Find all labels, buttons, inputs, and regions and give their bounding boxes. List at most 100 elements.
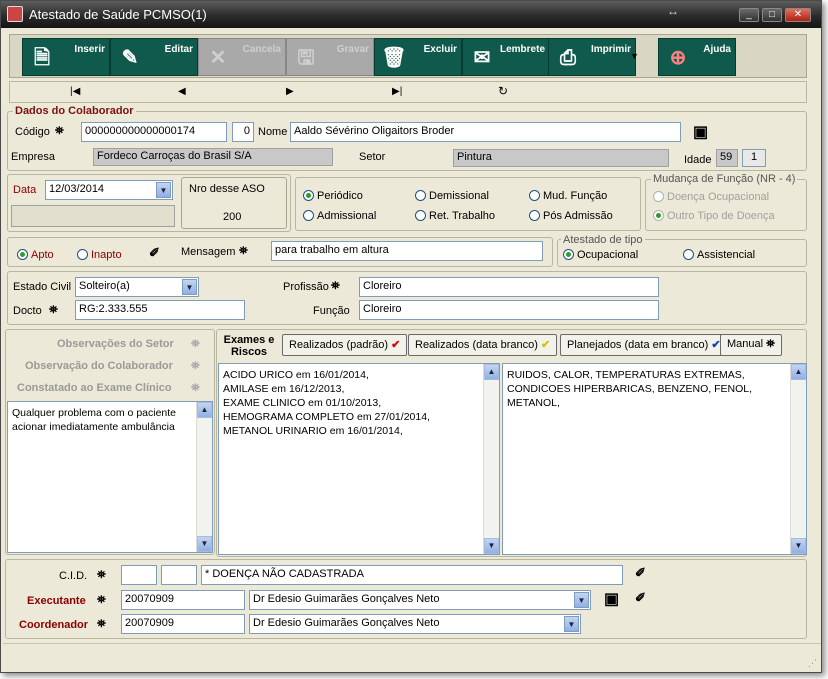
chevron-down-icon[interactable]: ▼ (182, 279, 197, 295)
scroll-down-icon[interactable]: ▼ (791, 538, 806, 554)
codigo-suffix-field[interactable]: 0 (232, 122, 254, 142)
radio-ocupacional[interactable]: Ocupacional (563, 249, 638, 261)
binoculars-icon[interactable]: ⛯ (239, 245, 248, 258)
funcao-field[interactable]: Cloreiro (359, 300, 659, 320)
camera-icon[interactable]: ▣ (693, 122, 708, 142)
binoculars-icon[interactable]: ⛯ (55, 125, 64, 138)
mensagem-field[interactable]: para trabalho em altura (271, 241, 543, 261)
calendar-dropdown-icon[interactable]: ▼ (156, 182, 171, 198)
exames-scrollbar[interactable]: ▲ ▼ (483, 364, 499, 554)
estado-civil-select[interactable]: Solteiro(a) ▼ (75, 277, 199, 297)
print-button[interactable]: ⎙ Imprimir (548, 38, 636, 76)
status-bar (3, 643, 821, 669)
executante-select[interactable]: Dr Edesio Guimarães Gonçalves Neto ▼ (249, 590, 591, 610)
next-record-icon[interactable]: ▶ (286, 86, 294, 97)
data-label: Data (13, 184, 37, 196)
realizados-branco-button[interactable]: Realizados (data branco) ✔ (408, 334, 558, 356)
radio-periodico[interactable]: Periódico (303, 190, 363, 202)
radio-admissional[interactable]: Admissional (303, 210, 376, 222)
resize-grip-icon[interactable]: ⋰ (808, 658, 817, 669)
manual-button[interactable]: Manual ⛯ (720, 334, 782, 356)
binoculars-icon[interactable]: ⛯ (191, 382, 200, 395)
nro-value: 200 (223, 211, 242, 223)
profissao-field[interactable]: Cloreiro (359, 277, 659, 297)
radio-inapto[interactable]: Inapto (77, 249, 122, 261)
binoculars-icon[interactable]: ⛯ (97, 618, 106, 631)
scroll-up-icon[interactable]: ▲ (484, 364, 499, 380)
realizados-padrao-button[interactable]: Realizados (padrão) ✔ (282, 334, 408, 356)
camera-icon[interactable]: ▣ (604, 589, 619, 609)
executante-codigo-field[interactable]: 20070909 (121, 590, 245, 610)
record-navigator: |◀ ◀ ▶ ▶| ↻ (9, 81, 807, 103)
cid-code-field[interactable] (121, 565, 157, 585)
edit-button[interactable]: ✎ Editar (110, 38, 198, 76)
refresh-icon[interactable]: ↻ (498, 84, 508, 98)
help-button[interactable]: ⊕ Ajuda (658, 38, 736, 76)
scroll-down-icon[interactable]: ▼ (197, 536, 212, 552)
list-item: ACIDO URICO em 16/01/2014, (223, 369, 369, 381)
docto-field[interactable]: RG:2.333.555 (75, 300, 245, 320)
save-button[interactable]: 🖫 Gravar (286, 38, 374, 76)
coordenador-select[interactable]: Dr Edesio Guimarães Gonçalves Neto ▼ (249, 614, 581, 634)
delete-button[interactable]: 🗑 Excluir (374, 38, 462, 76)
mudanca-legend: Mudança de Função (NR - 4) (651, 173, 798, 185)
riscos-scrollbar[interactable]: ▲ ▼ (790, 364, 806, 554)
radio-ret-trabalho[interactable]: Ret. Trabalho (415, 210, 495, 222)
data-field[interactable]: 12/03/2014 ▼ (45, 180, 173, 200)
trash-icon: 🗑 (381, 47, 407, 69)
empresa-field: Fordeco Carroças do Brasil S/A (93, 148, 333, 166)
observacoes-scrollbar[interactable]: ▲ ▼ (196, 402, 212, 552)
obs-colaborador-label[interactable]: Observação do Colaborador (25, 360, 173, 372)
radio-outro-tipo-doenca[interactable]: Outro Tipo de Doença (653, 210, 775, 222)
riscos-list[interactable]: RUIDOS, CALOR, TEMPERATURAS EXTREMAS, CO… (502, 363, 807, 555)
binoculars-icon[interactable]: ⛯ (49, 304, 58, 317)
radio-mud-funcao[interactable]: Mud. Função (529, 190, 607, 202)
cid-code2-field[interactable] (161, 565, 197, 585)
obs-setor-label[interactable]: Observações do Setor (57, 338, 174, 350)
coordenador-label: Coordenador (19, 619, 89, 631)
binoculars-icon[interactable]: ⛯ (97, 594, 106, 607)
edit-icon: ✎ (121, 47, 139, 69)
nome-field[interactable]: Aaldo Sévérino Oligaitors Broder (290, 122, 681, 142)
title-bar[interactable]: Atestado de Saúde PCMSO(1) ↔ _ □ ✕ (1, 1, 821, 28)
nome-label: Nome (258, 126, 288, 138)
list-item: METANOL URINARIO em 16/01/2014, (223, 425, 403, 437)
print-dropdown-icon[interactable]: ▼ (630, 51, 639, 61)
profissao-label: Profissão (283, 281, 329, 293)
cancel-button[interactable]: ✕ Cancela (198, 38, 286, 76)
insert-button[interactable]: 🗎 Inserir (22, 38, 110, 76)
coordenador-codigo-field[interactable]: 20070909 (121, 614, 245, 634)
scroll-up-icon[interactable]: ▲ (791, 364, 806, 380)
chevron-down-icon[interactable]: ▼ (564, 616, 579, 632)
observacoes-textarea[interactable]: Qualquer problema com o paciente acionar… (7, 401, 213, 553)
scroll-up-icon[interactable]: ▲ (197, 402, 212, 418)
first-record-icon[interactable]: |◀ (70, 86, 80, 97)
eraser-icon[interactable]: ✐ (635, 565, 646, 581)
binoculars-icon[interactable]: ⛯ (331, 280, 340, 293)
chevron-down-icon[interactable]: ▼ (574, 592, 589, 608)
binoculars-icon[interactable]: ⛯ (191, 360, 200, 373)
exames-list[interactable]: ACIDO URICO em 16/01/2014, AMILASE em 16… (218, 363, 500, 555)
eraser-icon[interactable]: ✐ (149, 245, 160, 261)
cid-description-field[interactable]: * DOENÇA NÃO CADASTRADA (201, 565, 623, 585)
main-toolbar: 🗎 Inserir ✎ Editar ✕ Cancela 🖫 Gravar 🗑 … (9, 34, 807, 78)
prev-record-icon[interactable]: ◀ (178, 86, 186, 97)
binoculars-icon[interactable]: ⛯ (191, 338, 200, 351)
radio-apto[interactable]: Apto (17, 249, 54, 261)
radio-demissional[interactable]: Demissional (415, 190, 489, 202)
codigo-field[interactable]: 000000000000000174 (81, 122, 227, 142)
radio-doenca-ocupacional[interactable]: Doença Ocupacional (653, 191, 769, 203)
binoculars-icon[interactable]: ⛯ (97, 569, 106, 582)
close-button[interactable]: ✕ (785, 8, 811, 22)
eraser-icon[interactable]: ✐ (635, 590, 646, 606)
empresa-label: Empresa (11, 151, 56, 163)
last-record-icon[interactable]: ▶| (392, 86, 402, 97)
radio-pos-admissao[interactable]: Pós Admissão (529, 210, 613, 222)
minimize-button[interactable]: _ (739, 8, 759, 22)
reminder-button[interactable]: ✉ Lembrete (462, 38, 550, 76)
maximize-button[interactable]: □ (762, 8, 782, 22)
scroll-down-icon[interactable]: ▼ (484, 538, 499, 554)
obs-constatado-label[interactable]: Constatado ao Exame Clínico (17, 382, 172, 394)
radio-assistencial[interactable]: Assistencial (683, 249, 755, 261)
planejados-button[interactable]: Planejados (data em branco) ✔ (560, 334, 728, 356)
